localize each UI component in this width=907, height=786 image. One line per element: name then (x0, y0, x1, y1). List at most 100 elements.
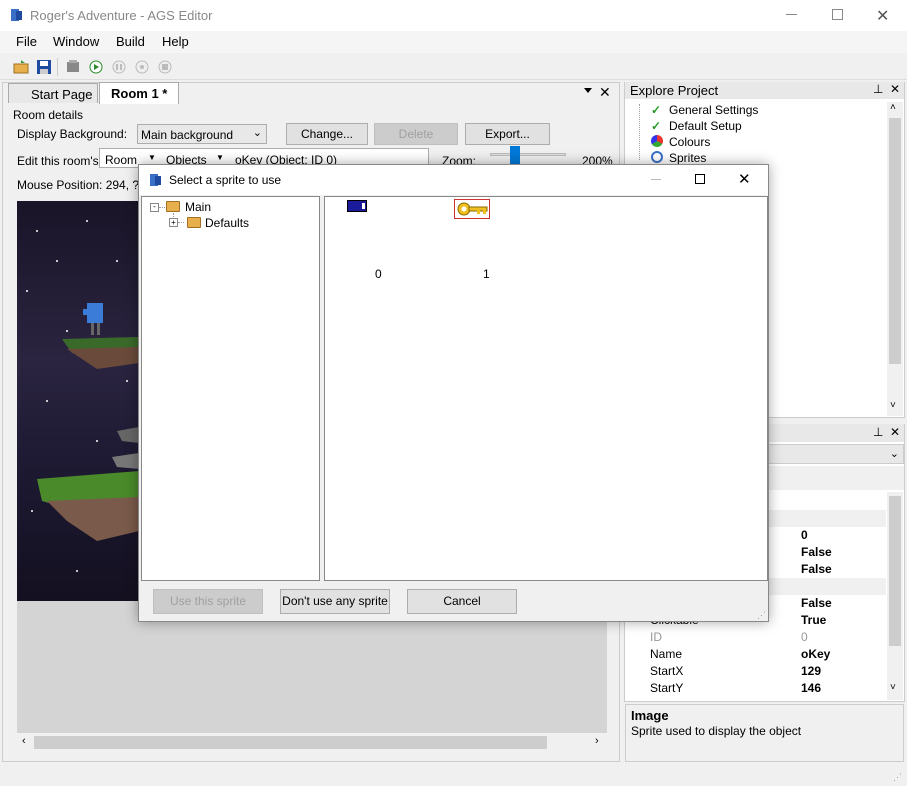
sprite-1-label: 1 (483, 267, 490, 281)
menu-window[interactable]: Window (53, 34, 99, 49)
property-row[interactable]: ID 0 (626, 629, 886, 646)
resize-grip-icon[interactable]: ⋰ (893, 772, 902, 783)
check-icon: ✓ (651, 103, 662, 117)
tab-room-1[interactable]: Room 1 * (99, 82, 179, 104)
explore-item-colours[interactable]: Colours (669, 135, 710, 149)
room-details-label: Room details (13, 108, 84, 122)
minimize-icon[interactable] (786, 14, 797, 15)
menu-file[interactable]: File (16, 34, 37, 49)
stop-icon[interactable] (157, 59, 173, 75)
property-row[interactable]: StartX 129 (626, 663, 886, 680)
explore-vscroll-thumb[interactable] (889, 118, 901, 364)
maximize-icon[interactable] (832, 9, 843, 20)
palette-icon (651, 135, 663, 147)
explore-header: Explore Project ⊥ ✕ (625, 82, 904, 99)
hscroll-thumb[interactable] (34, 736, 547, 749)
sprite-0-thumbnail[interactable] (347, 200, 367, 212)
display-bg-select[interactable]: Main background ⌄ (137, 124, 267, 144)
menu-help[interactable]: Help (162, 34, 189, 49)
pin-icon[interactable]: ⊥ (873, 82, 883, 96)
edit-mode[interactable]: Room (105, 153, 137, 167)
description-title: Image (631, 708, 669, 723)
explore-close-icon[interactable]: ✕ (890, 82, 900, 96)
zoom-slider-track (490, 153, 566, 156)
sprite-1-thumbnail[interactable] (454, 199, 490, 219)
pin-icon[interactable]: ⊥ (873, 425, 883, 439)
tree-line (178, 222, 184, 223)
tree-line (639, 104, 640, 160)
menu-build[interactable]: Build (116, 34, 145, 49)
sprite-list[interactable]: 0 1 (324, 196, 768, 581)
room-background-image[interactable] (17, 201, 139, 601)
run-icon[interactable] (88, 59, 104, 75)
scroll-left-icon[interactable]: ‹ (22, 735, 26, 747)
explore-item-default-setup[interactable]: Default Setup (669, 119, 742, 133)
scroll-down-icon[interactable]: ˅ (890, 400, 896, 411)
canvas-hscroll[interactable]: ‹ › (17, 733, 607, 751)
window-title: Roger's Adventure - AGS Editor (30, 8, 213, 23)
toolbar-separator (57, 58, 58, 76)
tab-start-page-label: Start Page (31, 87, 93, 102)
property-row[interactable]: Name oKey (626, 646, 886, 663)
property-description: Image Sprite used to display the object (625, 704, 904, 762)
open-folder-icon[interactable] (13, 59, 29, 75)
dialog-resize-grip-icon[interactable]: ⋰ (757, 610, 766, 621)
dialog-close-icon[interactable]: ✕ (738, 170, 751, 188)
export-button[interactable]: Export... (465, 123, 550, 145)
pause-icon[interactable] (111, 59, 127, 75)
sprite-dialog: Select a sprite to use ✕ - Main + Defaul… (138, 164, 769, 622)
sprite-0-label: 0 (375, 267, 382, 281)
display-bg-value: Main background (141, 128, 234, 142)
step-icon[interactable] (134, 59, 150, 75)
key-icon (457, 202, 488, 216)
properties-close-icon[interactable]: ✕ (890, 425, 900, 439)
chevron-down-icon: ⌄ (252, 127, 262, 139)
close-icon[interactable]: ✕ (876, 6, 889, 26)
mouse-position: Mouse Position: 294, ? (17, 178, 140, 192)
dialog-title: Select a sprite to use (169, 173, 282, 187)
check-icon: ✓ (651, 119, 662, 133)
explore-title: Explore Project (630, 83, 719, 98)
open-folder-icon (166, 201, 180, 212)
folder-icon (187, 217, 201, 228)
description-text: Sprite used to display the object (631, 724, 802, 738)
edit-layer-arrow-icon: ▼ (216, 153, 224, 162)
tree-item-defaults[interactable]: Defaults (205, 216, 249, 230)
cancel-button[interactable]: Cancel (407, 589, 517, 614)
delete-button[interactable]: Delete (374, 123, 458, 145)
edit-mode-arrow-icon: ▼ (148, 153, 156, 162)
explore-vscroll[interactable]: ˄ ˅ (887, 102, 903, 416)
edit-label: Edit this room's: (17, 154, 102, 168)
room-scene-art (26, 220, 139, 572)
tab-start-page[interactable]: Start Page (8, 83, 98, 103)
explore-item-sprites[interactable]: Sprites (669, 151, 706, 165)
scroll-right-icon[interactable]: › (595, 735, 599, 747)
dont-use-sprite-button[interactable]: Don't use any sprite (280, 589, 390, 614)
zoom-slider-thumb[interactable] (510, 146, 520, 164)
sprite-folder-tree[interactable]: - Main + Defaults (141, 196, 320, 581)
dialog-maximize-icon[interactable] (695, 174, 705, 184)
collapse-icon[interactable]: - (150, 203, 159, 212)
dialog-app-icon (148, 173, 162, 187)
tab-dropdown-icon[interactable] (584, 88, 592, 93)
sprites-icon (651, 151, 663, 163)
dialog-minimize-icon[interactable] (651, 179, 661, 180)
use-sprite-button[interactable]: Use this sprite (153, 589, 263, 614)
tab-close-icon[interactable]: ✕ (599, 84, 611, 101)
change-button[interactable]: Change... (286, 123, 368, 145)
property-row[interactable]: StartY 146 (626, 680, 886, 697)
tree-line (159, 207, 165, 208)
properties-vscroll[interactable]: ˅ (887, 492, 903, 700)
app-icon (9, 8, 23, 22)
scroll-down-icon[interactable]: ˅ (890, 682, 896, 693)
scroll-up-icon[interactable]: ˄ (890, 102, 896, 113)
tree-root-main[interactable]: Main (185, 200, 211, 214)
dialog-title-bar: Select a sprite to use ✕ (139, 165, 768, 195)
save-icon[interactable] (36, 59, 52, 75)
expand-icon[interactable]: + (169, 218, 178, 227)
explore-item-general-settings[interactable]: General Settings (669, 103, 758, 117)
tab-room-1-label: Room 1 * (111, 86, 168, 101)
properties-vscroll-thumb[interactable] (889, 496, 901, 646)
chevron-down-icon: ⌄ (889, 448, 899, 460)
build-icon[interactable] (65, 59, 81, 75)
